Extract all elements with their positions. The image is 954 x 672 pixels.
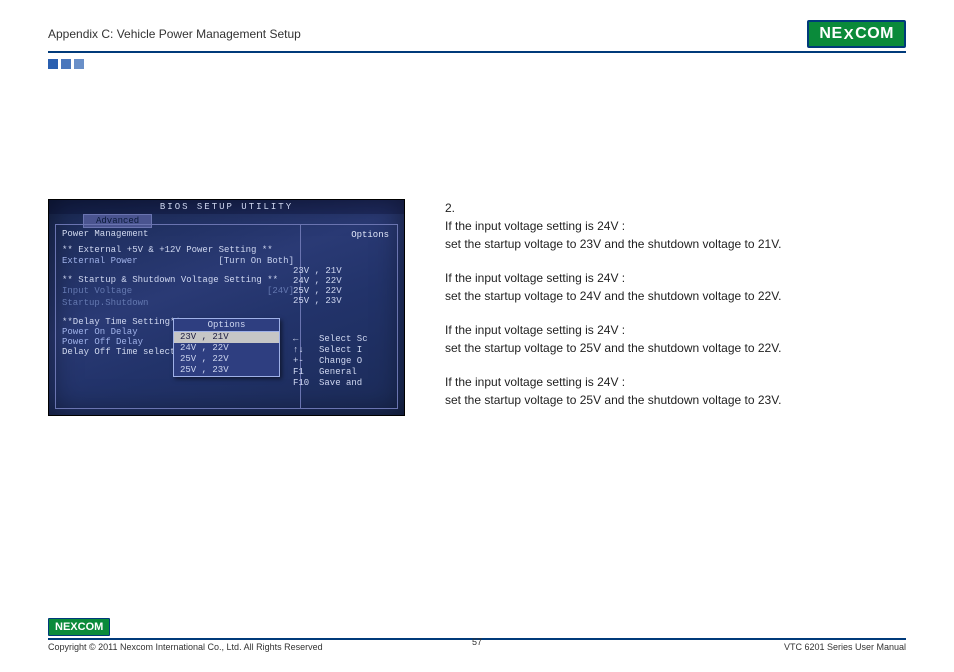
popup-option: 25V , 22V — [174, 354, 279, 365]
bios-help-text: Change O — [319, 356, 362, 367]
f10-key: F10 — [293, 378, 311, 389]
para-line: If the input voltage setting is 24V : — [445, 373, 906, 391]
nexcom-logo-small: NEXCOM — [48, 618, 110, 636]
header-rule — [48, 51, 906, 53]
bios-section-external: ** External +5V & +12V Power Setting ** — [62, 245, 294, 255]
logo-pre: NE — [819, 25, 842, 43]
logo-pre: NE — [55, 621, 70, 633]
logo-x-icon: X — [844, 26, 855, 43]
popup-title: Options — [174, 319, 279, 332]
bios-panel: Power Management ** External +5V & +12V … — [55, 224, 398, 409]
page-footer: NEXCOM 57 Copyright © 2011 Nexcom Intern… — [48, 617, 906, 652]
bios-help-text: Select I — [319, 345, 362, 356]
plus-minus-icon: +- — [293, 356, 311, 367]
f1-key: F1 — [293, 367, 311, 378]
bios-help-text: Select Sc — [319, 334, 368, 345]
page-header: Appendix C: Vehicle Power Management Set… — [48, 20, 906, 48]
logo-post: COM — [855, 25, 894, 43]
bios-options-popup: Options 23V , 21V 24V , 22V 25V , 22V 25… — [173, 318, 280, 377]
para-line: If the input voltage setting is 24V : — [445, 321, 906, 339]
instruction-text: 2. If the input voltage setting is 24V :… — [445, 199, 906, 425]
bios-help-text: Save and — [319, 378, 362, 389]
bios-option: 25V , 22V — [293, 286, 393, 296]
bios-external-power-value: [Turn On Both] — [218, 255, 294, 267]
square-icon — [74, 59, 84, 69]
header-title: Appendix C: Vehicle Power Management Set… — [48, 27, 301, 41]
bios-input-voltage-label: Input Voltage — [62, 285, 132, 297]
bios-external-power-label: External Power — [62, 255, 138, 267]
para-line: set the startup voltage to 25V and the s… — [445, 339, 906, 357]
page-number: 57 — [48, 637, 906, 647]
para-line: set the startup voltage to 25V and the s… — [445, 391, 906, 409]
bios-options-heading: Options — [293, 229, 393, 242]
bios-option: 24V , 22V — [293, 276, 393, 286]
bios-title: BIOS SETUP UTILITY — [49, 200, 404, 214]
popup-option: 24V , 22V — [174, 343, 279, 354]
bios-section-startup: ** Startup & Shutdown Voltage Setting ** — [62, 275, 294, 285]
square-icon — [61, 59, 71, 69]
bios-option: 25V , 23V — [293, 296, 393, 306]
bios-screenshot: BIOS SETUP UTILITY Advanced Power Manage… — [48, 199, 405, 416]
square-icon — [48, 59, 58, 69]
decorative-squares — [48, 59, 906, 69]
para-line: If the input voltage setting is 24V : — [445, 269, 906, 287]
arrow-updown-icon: ↑↓ — [293, 345, 311, 356]
nexcom-logo: NEXCOM — [807, 20, 906, 48]
bios-startup-shutdown-label: Startup.Shutdown — [62, 297, 148, 309]
step-number: 2. — [445, 199, 906, 217]
logo-x-icon: X — [70, 621, 77, 633]
logo-post: COM — [78, 621, 104, 633]
popup-option-selected: 23V , 21V — [174, 332, 279, 343]
para-line: set the startup voltage to 23V and the s… — [445, 235, 906, 253]
bios-help-text: General — [319, 367, 357, 378]
para-line: If the input voltage setting is 24V : — [445, 217, 906, 235]
arrow-left-icon: ← — [293, 334, 311, 345]
para-line: set the startup voltage to 24V and the s… — [445, 287, 906, 305]
bios-panel-heading: Power Management — [62, 229, 294, 239]
bios-option: 23V , 21V — [293, 266, 393, 276]
popup-option: 25V , 23V — [174, 365, 279, 376]
